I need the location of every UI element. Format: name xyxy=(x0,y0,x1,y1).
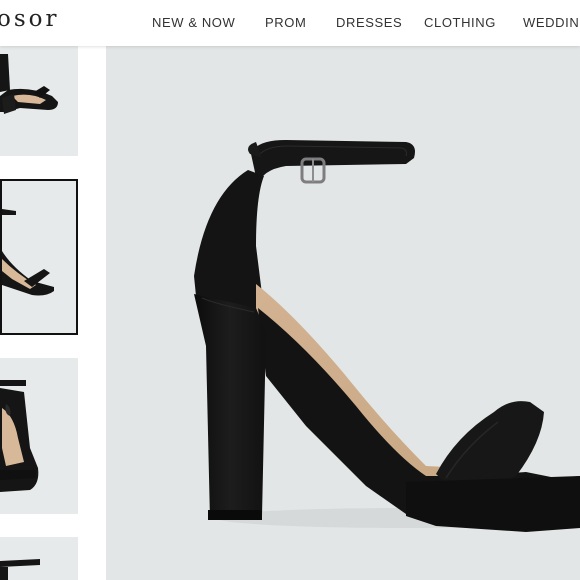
thumbnail-gallery xyxy=(0,46,80,580)
main-nav: NEW & NOW PROM DRESSES CLOTHING WEDDING xyxy=(0,15,580,31)
product-thumbnail[interactable] xyxy=(0,46,78,156)
product-thumbnail[interactable] xyxy=(0,537,78,580)
nav-item-clothing[interactable]: CLOTHING xyxy=(424,15,496,30)
sandal-thumbnail-image xyxy=(0,559,40,580)
sandal-thumbnail-image xyxy=(0,380,39,492)
black-ankle-strap-sandal-image xyxy=(194,140,580,532)
nav-item-dresses[interactable]: DRESSES xyxy=(336,15,402,30)
product-main-image[interactable] xyxy=(106,46,580,580)
nav-item-new-and-now[interactable]: NEW & NOW xyxy=(152,15,235,30)
product-thumbnail[interactable] xyxy=(0,358,78,514)
site-header: osor NEW & NOW PROM DRESSES CLOTHING WED… xyxy=(0,0,580,46)
nav-item-wedding[interactable]: WEDDING xyxy=(523,15,580,30)
product-thumbnail-selected[interactable] xyxy=(0,179,78,335)
sandal-thumbnail-image xyxy=(0,54,58,114)
sandal-thumbnail-image xyxy=(2,209,54,296)
nav-item-prom[interactable]: PROM xyxy=(265,15,306,30)
